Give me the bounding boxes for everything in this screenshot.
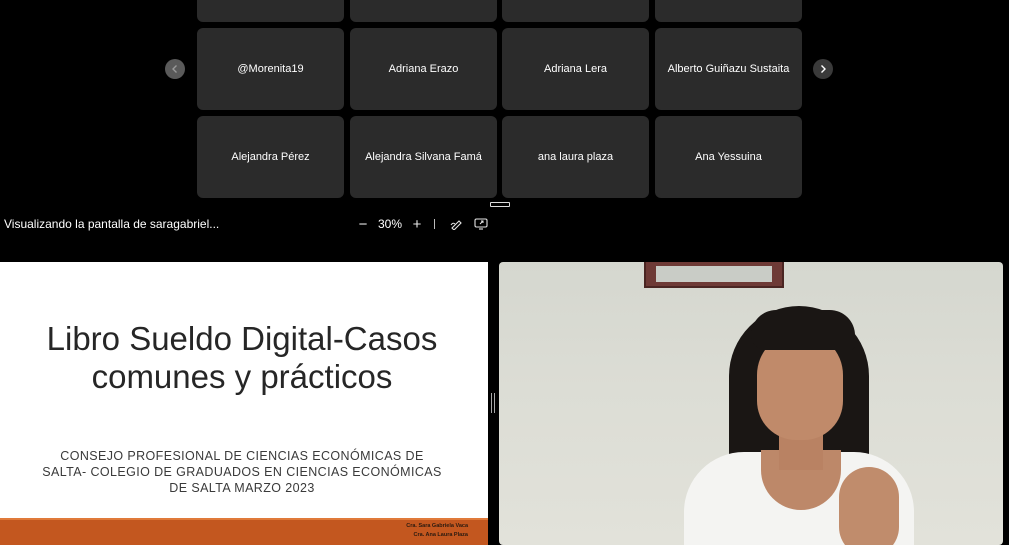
pop-out-screen-icon (474, 218, 488, 230)
participant-tile[interactable] (350, 0, 497, 22)
pen-icon (450, 220, 462, 230)
participant-tile[interactable]: Adriana Erazo (350, 28, 497, 110)
participant-tile[interactable] (502, 0, 649, 22)
speaker-video[interactable] (499, 262, 1003, 545)
slide-subtitle-line: SALTA- COLEGIO DE GRADUADOS EN CIENCIAS … (42, 465, 442, 479)
screen-share-toolbar: Visualizando la pantalla de saragabriel.… (0, 212, 490, 236)
participant-name: Alejandra Silvana Famá (365, 151, 482, 163)
gallery-prev-button[interactable] (165, 59, 185, 79)
participant-tile[interactable]: @Morenita19 (197, 28, 344, 110)
slide-footer-band: Cra. Sara Gabriela Vaca Cra. Ana Laura P… (0, 518, 488, 545)
participant-name: @Morenita19 (237, 63, 304, 75)
gallery-resize-handle[interactable] (490, 202, 510, 207)
slide-subtitle-line: DE SALTA MARZO 2023 (169, 481, 315, 495)
slide-subtitle-line: CONSEJO PROFESIONAL DE CIENCIAS ECONÓMIC… (60, 449, 424, 463)
slide-subtitle: CONSEJO PROFESIONAL DE CIENCIAS ECONÓMIC… (0, 448, 484, 496)
slide-title-line: Libro Sueldo Digital-Casos (46, 320, 438, 357)
toolbar-divider (434, 219, 436, 229)
zoom-out-button[interactable]: − (354, 215, 372, 233)
wall-picture-frame (644, 262, 784, 288)
participant-name: Alejandra Pérez (231, 151, 310, 163)
participant-tile[interactable]: Alejandra Silvana Famá (350, 116, 497, 198)
participant-name: Adriana Lera (544, 63, 607, 75)
gallery-next-button[interactable] (813, 59, 833, 79)
participant-tile[interactable]: Alejandra Pérez (197, 116, 344, 198)
meeting-window: @Morenita19 Adriana Erazo Adriana Lera A… (0, 0, 1009, 545)
participant-tile[interactable]: Ana Yessuina (655, 116, 802, 198)
zoom-in-button[interactable]: + (408, 215, 426, 233)
screen-share-label: Visualizando la pantalla de saragabriel.… (4, 217, 220, 231)
participant-tile[interactable] (655, 0, 802, 22)
pop-out-button[interactable] (471, 215, 491, 233)
participant-name: ana laura plaza (537, 151, 614, 163)
zoom-level: 30% (378, 217, 403, 231)
shared-screen-slide[interactable]: Libro Sueldo Digital-Casos comunes y prá… (0, 262, 488, 545)
slide-author: Cra. Sara Gabriela Vaca (406, 523, 468, 529)
participant-tile[interactable]: Alberto Guiñazu Sustaita (655, 28, 802, 110)
chevron-left-icon (172, 65, 177, 73)
participant-tile[interactable]: ana laura plaza (502, 116, 649, 198)
participant-tile[interactable]: Adriana Lera (502, 28, 649, 110)
participant-name: Adriana Erazo (388, 63, 459, 75)
chevron-right-icon (821, 65, 826, 73)
panel-splitter[interactable] (491, 393, 495, 413)
annotate-button[interactable] (447, 215, 467, 233)
participant-name: Alberto Guiñazu Sustaita (667, 63, 790, 75)
zoom-controls: − 30% + (354, 212, 491, 236)
participant-tile[interactable] (197, 0, 344, 22)
slide-author: Cra. Ana Laura Plaza (413, 532, 468, 538)
participant-name: Ana Yessuina (695, 151, 762, 163)
slide-title: Libro Sueldo Digital-Casos comunes y prá… (0, 320, 484, 396)
slide-title-line: comunes y prácticos (91, 358, 393, 395)
